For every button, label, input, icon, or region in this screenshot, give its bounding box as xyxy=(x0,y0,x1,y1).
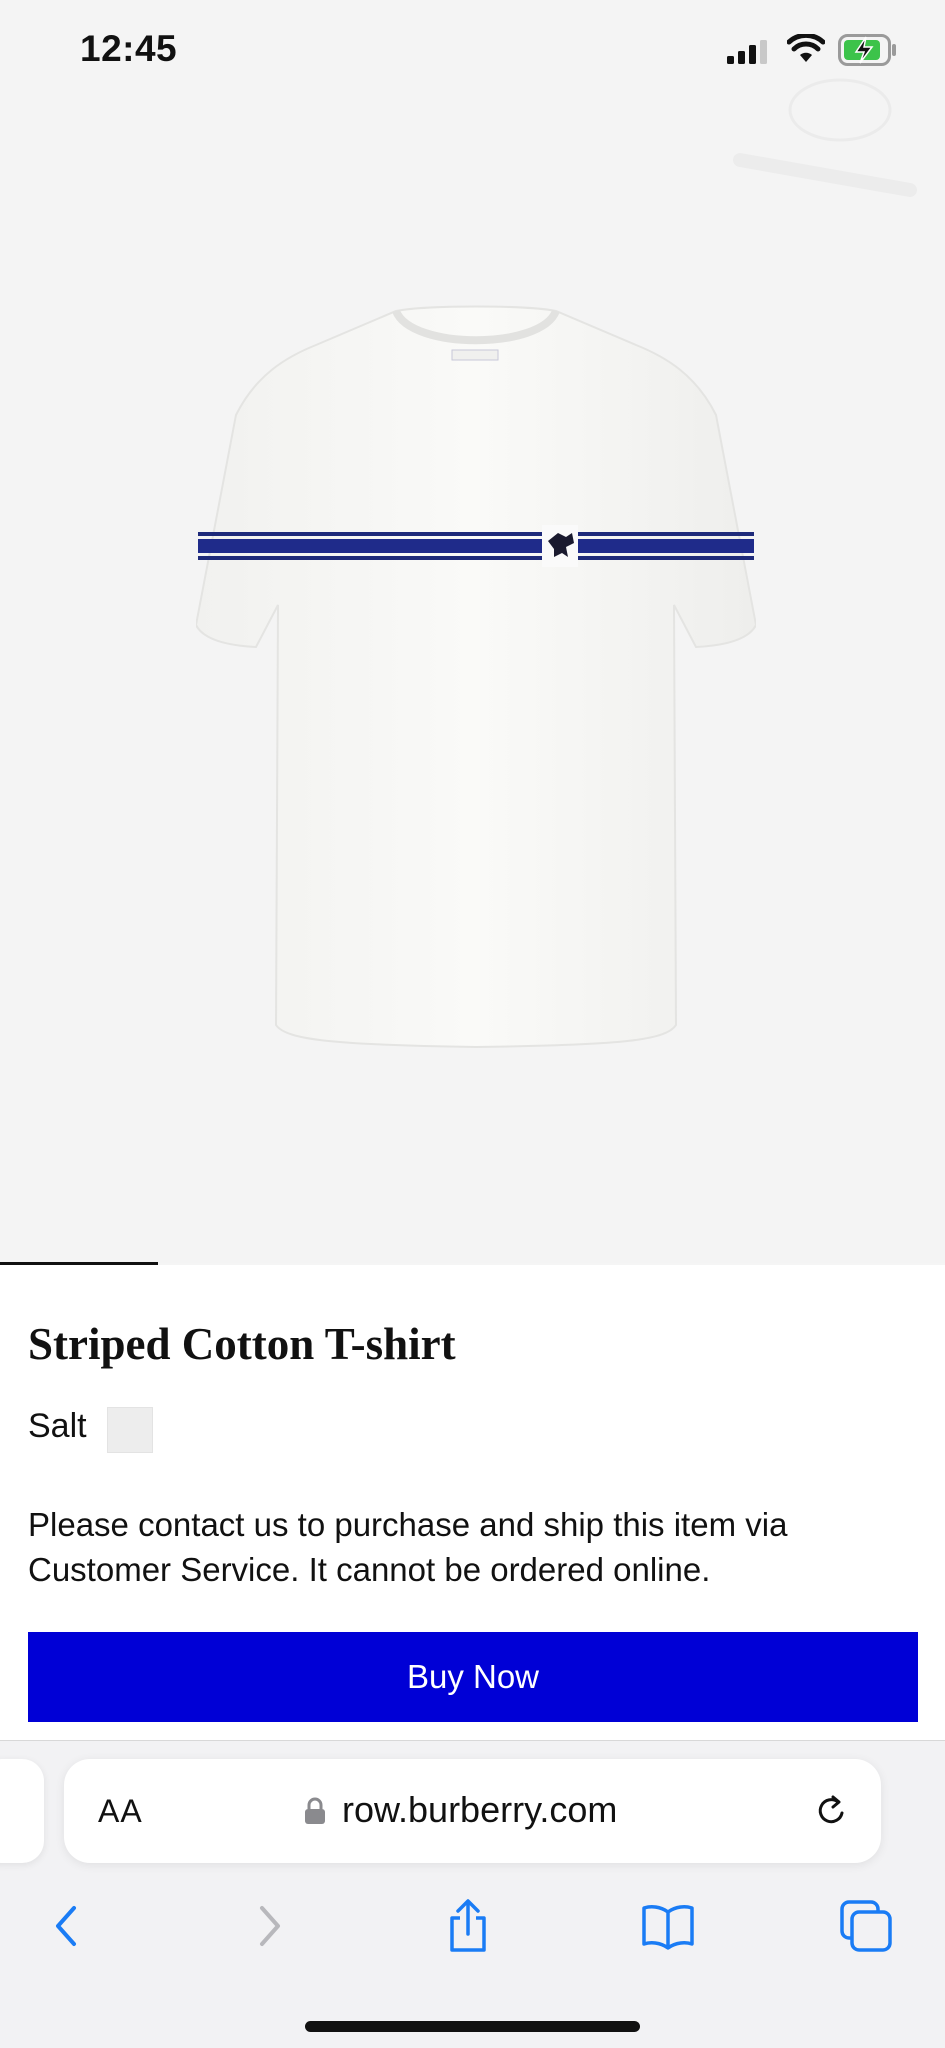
color-swatch[interactable] xyxy=(107,1407,153,1453)
purchase-notice: Please contact us to purchase and ship t… xyxy=(28,1506,788,1588)
share-button[interactable] xyxy=(428,1886,508,1966)
text-size-label: AA xyxy=(98,1793,143,1829)
previous-tab-peek[interactable] xyxy=(0,1759,44,1863)
forward-chevron-icon xyxy=(260,1906,280,1946)
tabs-button[interactable] xyxy=(826,1886,906,1966)
color-label: Salt xyxy=(28,1407,87,1445)
product-image-tshirt xyxy=(196,305,756,1049)
bookmarks-book-icon xyxy=(642,1905,694,1950)
url-text[interactable]: row.burberry.com xyxy=(342,1789,617,1831)
status-bar: 12:45 xyxy=(0,0,945,110)
address-bar[interactable]: AA row.burberry.com xyxy=(64,1759,881,1863)
tabs-icon xyxy=(840,1900,892,1952)
status-time: 12:45 xyxy=(80,28,178,69)
reload-icon[interactable] xyxy=(814,1793,850,1829)
product-image-area[interactable] xyxy=(0,0,945,1263)
share-icon xyxy=(450,1899,486,1952)
text-size-button[interactable]: AA xyxy=(98,1793,143,1830)
wifi-icon xyxy=(787,34,825,62)
home-indicator[interactable] xyxy=(305,2021,640,2032)
battery-charging-icon xyxy=(838,34,896,66)
browser-toolbar xyxy=(0,1886,945,1976)
product-title: Striped Cotton T-shirt xyxy=(28,1319,456,1369)
cellular-signal-icon xyxy=(727,40,767,64)
bookmarks-button[interactable] xyxy=(628,1886,708,1966)
back-button[interactable] xyxy=(26,1886,106,1966)
lock-icon xyxy=(305,1797,325,1824)
browser-chrome: AA row.burberry.com xyxy=(0,1740,945,2048)
back-chevron-icon xyxy=(56,1906,76,1946)
buy-now-button[interactable]: Buy Now xyxy=(28,1632,918,1722)
product-info: Striped Cotton T-shirt Salt Please conta… xyxy=(0,1265,945,1740)
forward-button[interactable] xyxy=(230,1886,310,1966)
